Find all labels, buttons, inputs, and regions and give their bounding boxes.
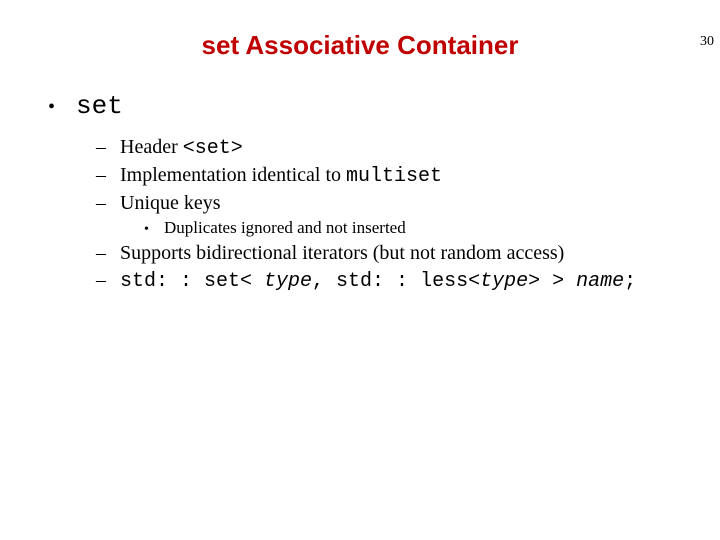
bullet-dot-icon: • (48, 94, 76, 121)
slide-content: • set – Header <set> – Implementation id… (48, 89, 720, 295)
page-number: 30 (700, 34, 714, 50)
bullet-l2: – Supports bidirectional iterators (but … (96, 240, 720, 267)
bullet-l2-text: Implementation identical to multiset (120, 162, 442, 190)
bullet-l2-text: Supports bidirectional iterators (but no… (120, 240, 564, 267)
bullet-dash-icon: – (96, 190, 120, 217)
bullet-dot-icon: • (144, 221, 164, 240)
code-italic-fragment: type (264, 270, 312, 293)
bullet-l2-code: std: : set< type, std: : less<type> > na… (120, 268, 636, 295)
text-fragment: Implementation identical to (120, 164, 346, 186)
code-fragment: , std: : less< (312, 270, 480, 293)
bullet-l3: • Duplicates ignored and not inserted (144, 217, 720, 240)
bullet-dash-icon: – (96, 162, 120, 189)
bullet-l2-text: Header <set> (120, 134, 243, 162)
bullet-l2: – Unique keys (96, 190, 720, 217)
code-italic-fragment: type (480, 270, 528, 293)
bullet-l2: – Header <set> (96, 134, 720, 162)
bullet-dash-icon: – (96, 267, 120, 294)
slide-title: set Associative Container (0, 30, 720, 61)
code-fragment: ; (624, 270, 636, 293)
bullet-l1: • set (48, 89, 720, 124)
bullet-l3-text: Duplicates ignored and not inserted (164, 217, 406, 240)
code-fragment: multiset (346, 165, 442, 188)
bullet-l2: – Implementation identical to multiset (96, 162, 720, 190)
code-italic-fragment: name (576, 270, 624, 293)
bullet-l2: – std: : set< type, std: : less<type> > … (96, 267, 720, 295)
bullet-l2-text: Unique keys (120, 190, 221, 217)
bullet-dash-icon: – (96, 134, 120, 161)
code-fragment: std: : set< (120, 270, 264, 293)
text-fragment: Header (120, 136, 183, 158)
code-fragment: > > (528, 270, 576, 293)
code-fragment: <set> (183, 137, 243, 160)
bullet-l1-text: set (76, 89, 123, 124)
bullet-dash-icon: – (96, 240, 120, 267)
